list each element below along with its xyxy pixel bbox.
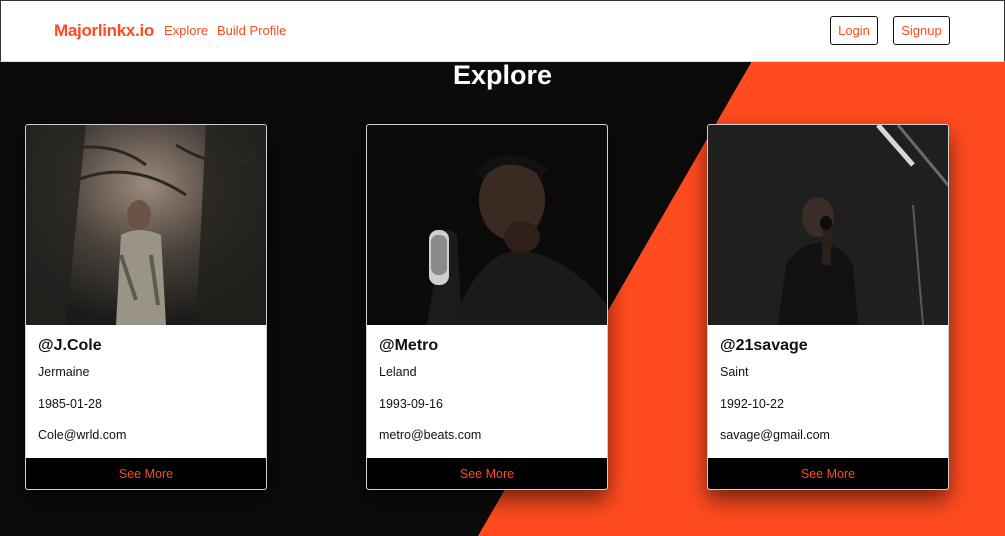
profile-photo [708, 125, 948, 325]
card-date: 1992-10-22 [720, 397, 784, 411]
card-email: Cole@wrld.com [38, 428, 127, 442]
brand-logo[interactable]: Majorlinkx.io [54, 21, 154, 41]
card-date: 1993-09-16 [379, 397, 443, 411]
card-handle: @J.Cole [38, 337, 102, 354]
card-name: Saint [720, 365, 749, 379]
profile-card-jcole: @J.Cole Jermaine 1985-01-28 Cole@wrld.co… [25, 124, 267, 490]
see-more-button[interactable]: See More [367, 458, 607, 489]
navbar: Majorlinkx.io Explore Build Profile Logi… [0, 0, 1005, 62]
nav-link-build-profile[interactable]: Build Profile [217, 23, 286, 38]
card-name: Jermaine [38, 365, 90, 379]
page-title: Explore [452, 60, 553, 90]
login-button[interactable]: Login [830, 16, 878, 45]
profile-photo [26, 125, 266, 325]
profile-photo [367, 125, 607, 325]
profile-card-21savage: @21savage Saint 1992-10-22 savage@gmail.… [707, 124, 949, 490]
see-more-button[interactable]: See More [26, 458, 266, 489]
card-email: savage@gmail.com [720, 428, 830, 442]
profile-card-metro: @Metro Leland 1993-09-16 metro@beats.com… [366, 124, 608, 490]
card-handle: @Metro [379, 337, 439, 354]
nav-link-explore[interactable]: Explore [164, 23, 208, 38]
see-more-button[interactable]: See More [708, 458, 948, 489]
card-handle: @21savage [720, 337, 808, 354]
card-email: metro@beats.com [379, 428, 482, 442]
card-name: Leland [379, 365, 417, 379]
signup-button[interactable]: Signup [893, 16, 950, 45]
card-date: 1985-01-28 [38, 397, 102, 411]
